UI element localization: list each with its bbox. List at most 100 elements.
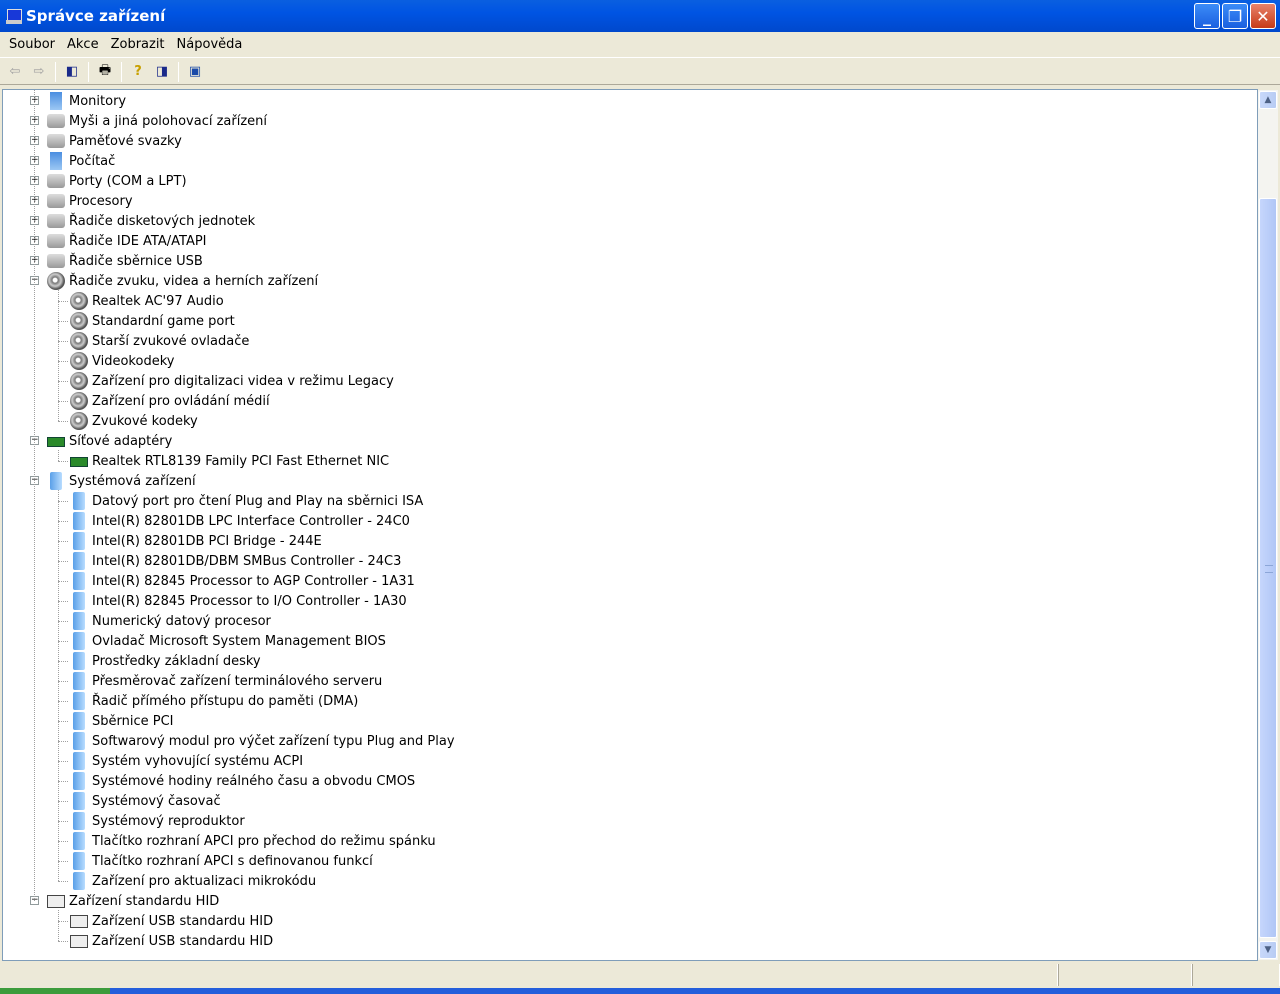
tree-device[interactable]: Intel(R) 82845 Processor to AGP Controll… — [70, 571, 415, 591]
tree-category[interactable]: Počítač — [47, 151, 115, 171]
sys-device-icon — [73, 572, 85, 590]
tree-device[interactable]: Zařízení pro aktualizaci mikrokódu — [70, 871, 316, 891]
tree-item-label: Ovladač Microsoft System Management BIOS — [92, 633, 386, 649]
tree-device[interactable]: Standardní game port — [70, 311, 235, 331]
tree-connector — [58, 601, 68, 602]
tree-device[interactable]: Realtek AC'97 Audio — [70, 291, 224, 311]
tree-device[interactable]: Intel(R) 82801DB PCI Bridge - 244E — [70, 531, 322, 551]
tree-device[interactable]: Řadič přímého přístupu do paměti (DMA) — [70, 691, 358, 711]
menu-soubor[interactable]: Soubor — [3, 37, 61, 52]
tree-device[interactable]: Systém vyhovující systému ACPI — [70, 751, 303, 771]
close-button[interactable]: ✕ — [1250, 3, 1276, 29]
properties-icon[interactable]: ◨ — [151, 61, 173, 83]
tree-device[interactable]: Tlačítko rozhraní APCI pro přechod do re… — [70, 831, 436, 851]
tree-device[interactable]: Intel(R) 82801DB/DBM SMBus Controller - … — [70, 551, 401, 571]
tree-device[interactable]: Sběrnice PCI — [70, 711, 174, 731]
tree-connector — [58, 641, 68, 642]
print-icon[interactable]: 🖶 — [94, 61, 116, 83]
tree-item-label: Videokodeky — [92, 353, 175, 369]
tree-category[interactable]: Monitory — [47, 91, 126, 111]
sys-device-icon — [73, 872, 85, 890]
tree-device[interactable]: Intel(R) 82801DB LPC Interface Controlle… — [70, 511, 410, 531]
tree-device[interactable]: Tlačítko rozhraní APCI s definovanou fun… — [70, 851, 373, 871]
tree-device[interactable]: Přesměrovač zařízení terminálového serve… — [70, 671, 382, 691]
tree-category[interactable]: Systémová zařízení — [47, 471, 196, 491]
scroll-up-button[interactable]: ▲ — [1259, 91, 1277, 109]
show-hide-tree-icon[interactable]: ◧ — [61, 61, 83, 83]
tree-device[interactable]: Systémový reproduktor — [70, 811, 245, 831]
tree-category[interactable]: Myši a jiná polohovací zařízení — [47, 111, 267, 131]
vertical-scrollbar[interactable]: ▲ ▼ — [1258, 90, 1278, 960]
menu-napoveda[interactable]: Nápověda — [171, 37, 249, 52]
toolbar-separator — [121, 61, 122, 82]
scan-hardware-icon[interactable]: ▣ — [184, 61, 206, 83]
tree-device[interactable]: Realtek RTL8139 Family PCI Fast Ethernet… — [70, 451, 389, 471]
tree-category[interactable]: Zařízení standardu HID — [47, 891, 219, 911]
snd-device-icon — [70, 372, 88, 390]
help-icon[interactable]: ? — [127, 61, 149, 83]
tree-device[interactable]: Ovladač Microsoft System Management BIOS — [70, 631, 386, 651]
tree-device[interactable]: Videokodeky — [70, 351, 174, 371]
back-icon[interactable]: ⇦ — [4, 61, 26, 83]
tree-device[interactable]: Zařízení pro digitalizaci videa v režimu… — [70, 371, 394, 391]
snd-device-icon — [70, 392, 88, 410]
gen-device-icon — [47, 254, 65, 268]
tree-connector — [34, 90, 35, 901]
tree-category[interactable]: Paměťové svazky — [47, 131, 182, 151]
tree-connector — [58, 761, 68, 762]
net-device-icon — [70, 457, 88, 467]
tree-item-label: Zařízení USB standardu HID — [92, 933, 274, 949]
tree-category[interactable]: Řadiče zvuku, videa a herních zařízení — [47, 271, 318, 291]
tree-category[interactable]: Procesory — [47, 191, 133, 211]
snd-device-icon — [47, 272, 65, 290]
tree-device[interactable]: Starší zvukové ovladače — [70, 331, 249, 351]
tree-connector — [58, 361, 68, 362]
maximize-button[interactable]: ❐ — [1222, 3, 1248, 29]
start-button[interactable] — [0, 988, 110, 994]
tree-connector — [58, 301, 68, 302]
tree-item-label: Intel(R) 82801DB LPC Interface Controlle… — [92, 513, 410, 529]
tree-connector — [58, 701, 68, 702]
tree-category[interactable]: Síťové adaptéry — [47, 431, 172, 451]
tree-item-label: Zařízení standardu HID — [69, 893, 220, 909]
tree-item-label: Řadiče disketových jednotek — [69, 213, 256, 229]
forward-icon[interactable]: ⇨ — [28, 61, 50, 83]
tree-category[interactable]: Řadiče disketových jednotek — [47, 211, 255, 231]
tree-connector — [58, 341, 68, 342]
menu-zobrazit[interactable]: Zobrazit — [105, 37, 171, 52]
snd-device-icon — [70, 292, 88, 310]
tree-connector — [58, 450, 59, 461]
sys-device-icon — [73, 632, 85, 650]
tree-device[interactable]: Datový port pro čtení Plug and Play na s… — [70, 491, 423, 511]
tree-item-label: Intel(R) 82801DB PCI Bridge - 244E — [92, 533, 322, 549]
mon-device-icon — [50, 92, 62, 110]
tree-connector — [58, 621, 68, 622]
tree-device[interactable]: Prostředky základní desky — [70, 651, 261, 671]
gen-device-icon — [47, 234, 65, 248]
tree-item-label: Realtek AC'97 Audio — [92, 293, 224, 309]
tree-device[interactable]: Zařízení USB standardu HID — [70, 931, 273, 951]
tree-connector — [58, 741, 68, 742]
tree-device[interactable]: Zařízení USB standardu HID — [70, 911, 273, 931]
tree-category[interactable]: Porty (COM a LPT) — [47, 171, 187, 191]
sys-device-icon — [73, 492, 85, 510]
tree-connector — [58, 401, 68, 402]
menu-akce[interactable]: Akce — [61, 37, 105, 52]
tree-connector — [58, 541, 68, 542]
tree-connector — [58, 561, 68, 562]
tree-device[interactable]: Systémové hodiny reálného času a obvodu … — [70, 771, 415, 791]
sys-device-icon — [73, 752, 85, 770]
tree-device[interactable]: Systémový časovač — [70, 791, 221, 811]
scroll-down-button[interactable]: ▼ — [1259, 941, 1277, 959]
tree-device[interactable]: Zařízení pro ovládání médií — [70, 391, 270, 411]
tree-item-label: Zvukové kodeky — [92, 413, 198, 429]
tree-device[interactable]: Numerický datový procesor — [70, 611, 271, 631]
tree-device[interactable]: Zvukové kodeky — [70, 411, 198, 431]
tree-category[interactable]: Řadiče IDE ATA/ATAPI — [47, 231, 207, 251]
tree-device[interactable]: Intel(R) 82845 Processor to I/O Controll… — [70, 591, 407, 611]
sys-device-icon — [73, 732, 85, 750]
tree-device[interactable]: Softwarový modul pro výčet zařízení typu… — [70, 731, 455, 751]
tree-category[interactable]: Řadiče sběrnice USB — [47, 251, 203, 271]
scroll-thumb[interactable] — [1259, 198, 1277, 938]
minimize-button[interactable]: _ — [1194, 3, 1220, 29]
